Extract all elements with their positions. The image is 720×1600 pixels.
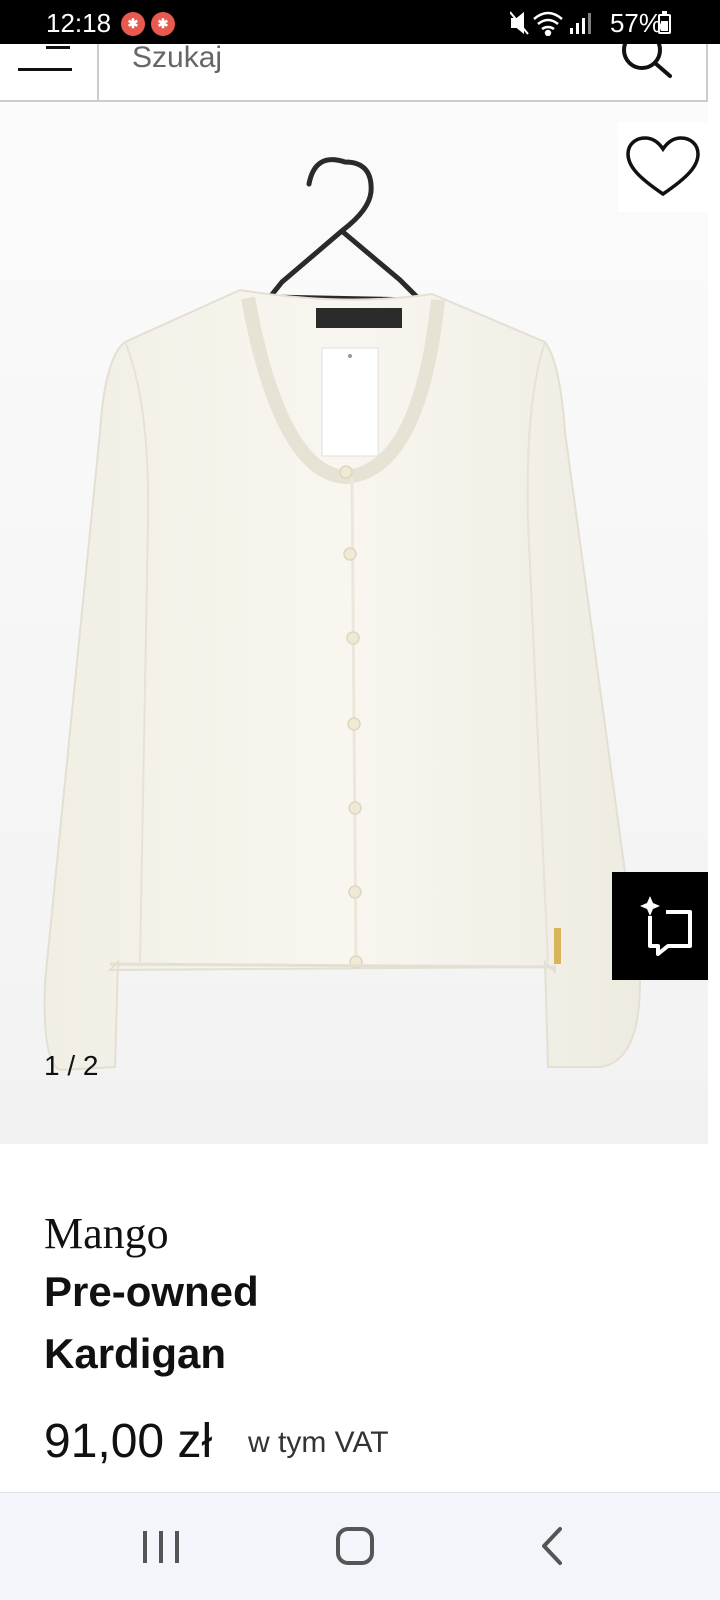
product-price: 91,00 zł <box>44 1415 213 1468</box>
search-header <box>0 38 708 102</box>
home-icon[interactable] <box>320 1517 390 1577</box>
search-input[interactable] <box>132 38 592 78</box>
recent-apps-icon[interactable] <box>126 1517 196 1577</box>
signal-icon <box>570 13 591 34</box>
heart-icon <box>626 136 700 197</box>
notification-icon: ✱ <box>151 12 175 36</box>
image-counter: 1 / 2 <box>44 1050 99 1081</box>
product-gallery[interactable]: 1 / 2 <box>0 102 708 1144</box>
vat-note: w tym VAT <box>248 1426 389 1459</box>
battery-icon <box>658 11 671 34</box>
product-image <box>0 102 708 1144</box>
wifi-icon <box>533 11 563 36</box>
product-title-line1: Pre-owned <box>44 1268 259 1315</box>
back-icon[interactable] <box>518 1517 588 1577</box>
product-brand[interactable]: Mango <box>44 1208 169 1259</box>
menu-button[interactable] <box>0 44 99 102</box>
wishlist-button[interactable] <box>618 122 708 212</box>
mute-icon <box>510 11 529 35</box>
search-icon[interactable] <box>618 44 678 84</box>
notification-icon: ✱ <box>121 12 145 36</box>
product-title-line2: Kardigan <box>44 1330 227 1377</box>
status-time: 12:18 <box>46 8 112 38</box>
battery-percent: 57% <box>609 8 662 38</box>
try-on-icon <box>640 896 692 956</box>
system-navbar <box>0 1492 720 1600</box>
try-on-button[interactable] <box>612 872 708 980</box>
